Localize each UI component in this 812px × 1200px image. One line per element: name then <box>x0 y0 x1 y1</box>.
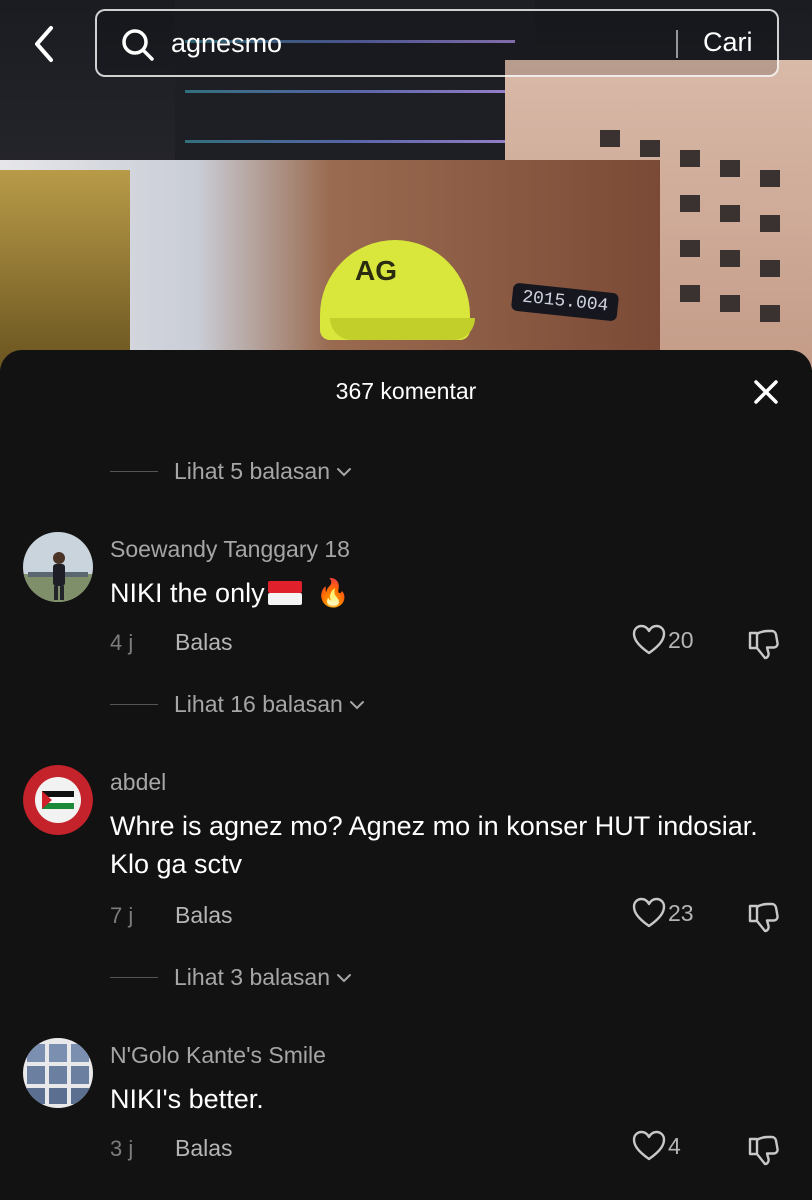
view-replies-button[interactable]: Lihat 16 balasan <box>110 691 365 718</box>
chevron-down-icon <box>337 973 352 982</box>
indonesia-flag-icon <box>267 581 302 605</box>
like-count: 4 <box>668 1132 681 1159</box>
reply-button[interactable]: Balas <box>175 629 233 656</box>
comments-sheet: 367 komentar Lihat 5 balasan Soewandy Ta… <box>0 350 812 1200</box>
heart-icon <box>632 897 666 928</box>
thumbs-down-icon <box>748 1135 779 1166</box>
comment-text: NIKI's better. <box>110 1084 264 1114</box>
left-billboard <box>0 170 130 370</box>
view-replies-button[interactable]: Lihat 3 balasan <box>110 964 352 991</box>
search-header: agnesmo Cari <box>0 0 812 90</box>
search-input[interactable]: agnesmo <box>171 28 282 59</box>
thumbs-down-icon <box>748 902 779 933</box>
search-submit-button[interactable]: Cari <box>703 27 753 58</box>
dislike-button[interactable] <box>746 628 780 667</box>
cap-logo: AG <box>355 255 397 286</box>
avatar[interactable] <box>23 765 93 835</box>
view-replies-label: Lihat 5 balasan <box>174 458 331 484</box>
comment-text: Whre is agnez mo? Agnez mo in konser HUT… <box>110 811 758 879</box>
like-count: 23 <box>668 899 694 926</box>
reply-button[interactable]: Balas <box>175 902 233 929</box>
divider-line <box>110 704 158 705</box>
chevron-left-icon <box>35 26 53 62</box>
heart-icon <box>632 624 666 655</box>
search-icon <box>122 29 154 61</box>
cap-brim <box>330 318 475 340</box>
fire-emoji-icon: 🔥 <box>316 578 350 608</box>
comment-username[interactable]: abdel <box>110 769 166 796</box>
divider-line <box>110 977 158 978</box>
back-button[interactable] <box>22 20 66 68</box>
comment-time: 4 j <box>110 630 134 655</box>
close-button[interactable] <box>746 372 786 412</box>
like-button[interactable]: 20 <box>632 624 694 656</box>
avatar[interactable] <box>23 1038 93 1108</box>
view-replies-label: Lihat 3 balasan <box>174 964 331 990</box>
divider-line <box>110 471 158 472</box>
close-icon <box>754 380 778 404</box>
comment-text: NIKI the only 🔥 <box>110 574 770 612</box>
like-button[interactable]: 4 <box>632 1130 681 1162</box>
comment-time: 3 j <box>110 1136 134 1161</box>
chevron-down-icon <box>337 467 352 476</box>
reply-button[interactable]: Balas <box>175 1135 233 1162</box>
dislike-button[interactable] <box>746 901 780 940</box>
like-count: 20 <box>668 626 694 653</box>
search-field[interactable]: agnesmo Cari <box>95 9 779 77</box>
view-replies-button[interactable]: Lihat 5 balasan <box>110 458 352 485</box>
like-button[interactable]: 23 <box>632 897 694 929</box>
comment-username[interactable]: N'Golo Kante's Smile <box>110 1042 326 1069</box>
thumbs-down-icon <box>748 629 779 660</box>
chevron-down-icon <box>349 700 364 709</box>
search-divider <box>676 30 678 58</box>
comments-count-title: 367 komentar <box>335 378 477 404</box>
view-replies-label: Lihat 16 balasan <box>174 691 343 717</box>
comment-time: 7 j <box>110 903 134 928</box>
avatar[interactable] <box>23 532 93 602</box>
dislike-button[interactable] <box>746 1134 780 1173</box>
comment-username[interactable]: Soewandy Tanggary 18 <box>110 536 350 563</box>
heart-icon <box>632 1130 666 1161</box>
comment-body: NIKI the only <box>110 578 265 608</box>
